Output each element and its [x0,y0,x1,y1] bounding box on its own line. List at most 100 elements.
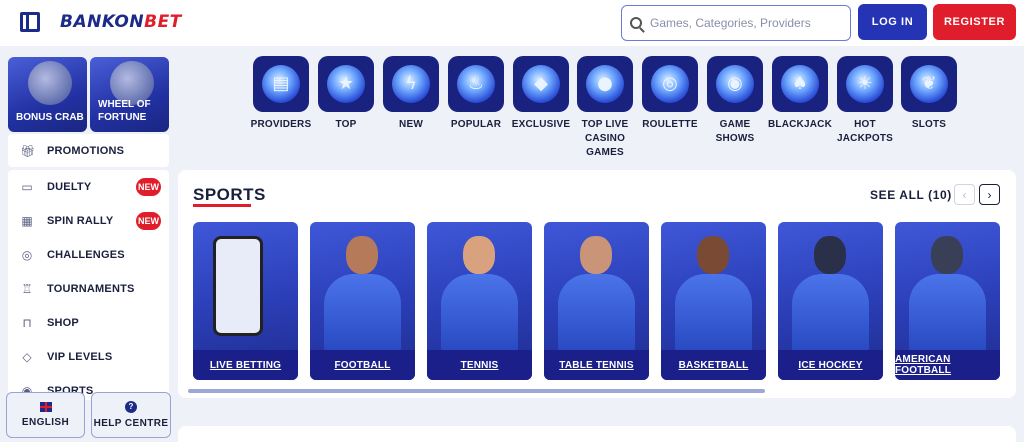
category-top[interactable]: ★ TOP [315,56,377,132]
uk-flag-icon [39,402,52,412]
gift-icon: 🎁︎ [20,143,36,158]
sport-card-table-tennis[interactable]: TABLE TENNIS [544,222,649,380]
sports-carousel: LIVE BETTING FOOTBALL TENNIS TABLE TENNI… [193,222,1008,380]
sidebar-item-label: DUELTY [47,181,92,193]
chevron-right-icon: › [987,187,992,202]
category-providers[interactable]: ▤ PROVIDERS [250,56,312,132]
sidebar-item-promotions[interactable]: 🎁︎ PROMOTIONS [8,134,169,167]
sport-card-label: LIVE BETTING [193,350,298,380]
wheel-of-fortune-tile[interactable]: WHEEL OF FORTUNE [90,57,169,132]
category-new[interactable]: ϟ NEW [380,56,442,132]
bonus-crab-tile[interactable]: BONUS CRAB [8,57,87,132]
sidebar-item-vip-levels[interactable]: ◇ VIP LEVELS [8,340,169,374]
player-image [697,236,729,274]
bonus-crab-label: BONUS CRAB [16,112,84,123]
logo[interactable]: BANKONBET [60,12,182,32]
player-image [580,236,612,274]
player-jersey [441,274,518,354]
logo-text-bet: BET [144,12,182,32]
sport-card-label: FOOTBALL [310,350,415,380]
sidebar-item-label: VIP LEVELS [47,351,113,363]
player-image [931,236,963,274]
top-header: BANKONBET LOG IN REGISTER [0,0,1024,46]
providers-icon: ▤ [253,56,309,112]
language-button[interactable]: ENGLISH [6,392,85,438]
category-label: GAME SHOWS [715,119,755,144]
phone-image [213,236,263,336]
login-button[interactable]: LOG IN [858,4,927,40]
sport-card-label: TABLE TENNIS [544,350,649,380]
category-roulette[interactable]: ◎ ROULETTE [639,56,701,132]
search-input[interactable] [650,16,840,30]
sport-card-label: AMERICAN FOOTBALL [895,350,1000,380]
sidebar-item-spin-rally[interactable]: ▦ SPIN RALLY NEW [8,204,169,238]
roulette-icon: ◎ [642,56,698,112]
title-underline [193,204,251,207]
star-icon: ★ [318,56,374,112]
category-slots[interactable]: ❦ SLOTS [898,56,960,132]
sidebar-item-label: PROMOTIONS [47,144,125,157]
player-image [814,236,846,274]
category-hot-jackpots[interactable]: ☀ HOT JACKPOTS [834,56,896,146]
chevron-left-icon: ‹ [962,187,967,202]
category-label: ROULETTE [642,119,698,130]
search-box[interactable] [621,5,851,41]
player-jersey [324,274,401,354]
trophy-icon: ♖ [21,282,33,296]
sidebar-item-tournaments[interactable]: ♖ TOURNAMENTS [8,272,169,306]
sidebar-item-challenges[interactable]: ◎ CHALLENGES [8,238,169,272]
category-popular[interactable]: ♨ POPULAR [445,56,507,132]
category-label: EXCLUSIVE [511,119,571,130]
register-button[interactable]: REGISTER [933,4,1016,40]
question-icon: ? [125,401,137,413]
sidebar: BONUS CRAB WHEEL OF FORTUNE 🎁︎ PROMOTION… [0,46,174,442]
carousel-prev-button[interactable]: ‹ [954,184,975,205]
menu-icon[interactable] [20,12,40,32]
next-section-panel [178,426,1016,442]
category-label: TOP LIVE CASINO GAMES [581,119,629,158]
see-all-link[interactable]: SEE ALL (10) [870,188,952,202]
logo-text-bankon: BANKON [60,12,145,32]
help-centre-button[interactable]: ? HELP CENTRE [91,392,171,438]
cherry-icon: ❦ [901,56,957,112]
new-badge: NEW [136,178,161,196]
sidebar-item-label: SHOP [47,317,79,329]
sidebar-item-label: SPIN RALLY [47,215,114,227]
game-shows-icon: ◉ [707,56,763,112]
player-jersey [558,274,635,354]
player-image [463,236,495,274]
sport-card-football[interactable]: FOOTBALL [310,222,415,380]
player-image [346,236,378,274]
carousel-next-button[interactable]: › [979,184,1000,205]
category-blackjack[interactable]: ♠ BLACKJACK [768,56,832,132]
sport-card-tennis[interactable]: TENNIS [427,222,532,380]
help-centre-label: HELP CENTRE [93,418,169,429]
category-label: SLOTS [911,119,947,130]
sports-title: SPORTS [193,185,266,204]
language-label: ENGLISH [21,417,70,428]
sport-card-american-football[interactable]: AMERICAN FOOTBALL [895,222,1000,380]
category-game-shows[interactable]: ◉ GAME SHOWS [704,56,766,146]
sport-card-label: ICE HOCKEY [778,350,883,380]
sport-card-basketball[interactable]: BASKETBALL [661,222,766,380]
carousel-scrollbar[interactable] [188,389,765,393]
wheel-label-line1: WHEEL OF [98,99,151,110]
category-bar: ▤ PROVIDERS ★ TOP ϟ NEW ♨ POPULAR ◆ EXCL… [250,56,962,160]
sidebar-item-shop[interactable]: ⊓ SHOP [8,306,169,340]
category-label: PROVIDERS [250,119,312,130]
cards-icon: ♠ [772,56,828,112]
lightning-icon: ϟ [383,56,439,112]
wheel-of-fortune-label: WHEEL OF FORTUNE [98,98,151,124]
sidebar-item-duelty[interactable]: ▭ DUELTY NEW [8,170,169,204]
category-top-live-casino-games[interactable]: ● TOP LIVE CASINO GAMES [574,56,636,160]
medal-icon: ◎ [21,248,33,262]
player-jersey [792,274,869,354]
sidebar-menu: ▭ DUELTY NEW ▦ SPIN RALLY NEW ◎ CHALLENG… [8,170,169,400]
sport-card-live-betting[interactable]: LIVE BETTING [193,222,298,380]
new-badge: NEW [136,212,161,230]
category-exclusive[interactable]: ◆ EXCLUSIVE [510,56,572,132]
player-jersey [675,274,752,354]
flame-icon: ♨ [448,56,504,112]
sport-card-ice-hockey[interactable]: ICE HOCKEY [778,222,883,380]
jackpot-icon: ☀ [837,56,893,112]
